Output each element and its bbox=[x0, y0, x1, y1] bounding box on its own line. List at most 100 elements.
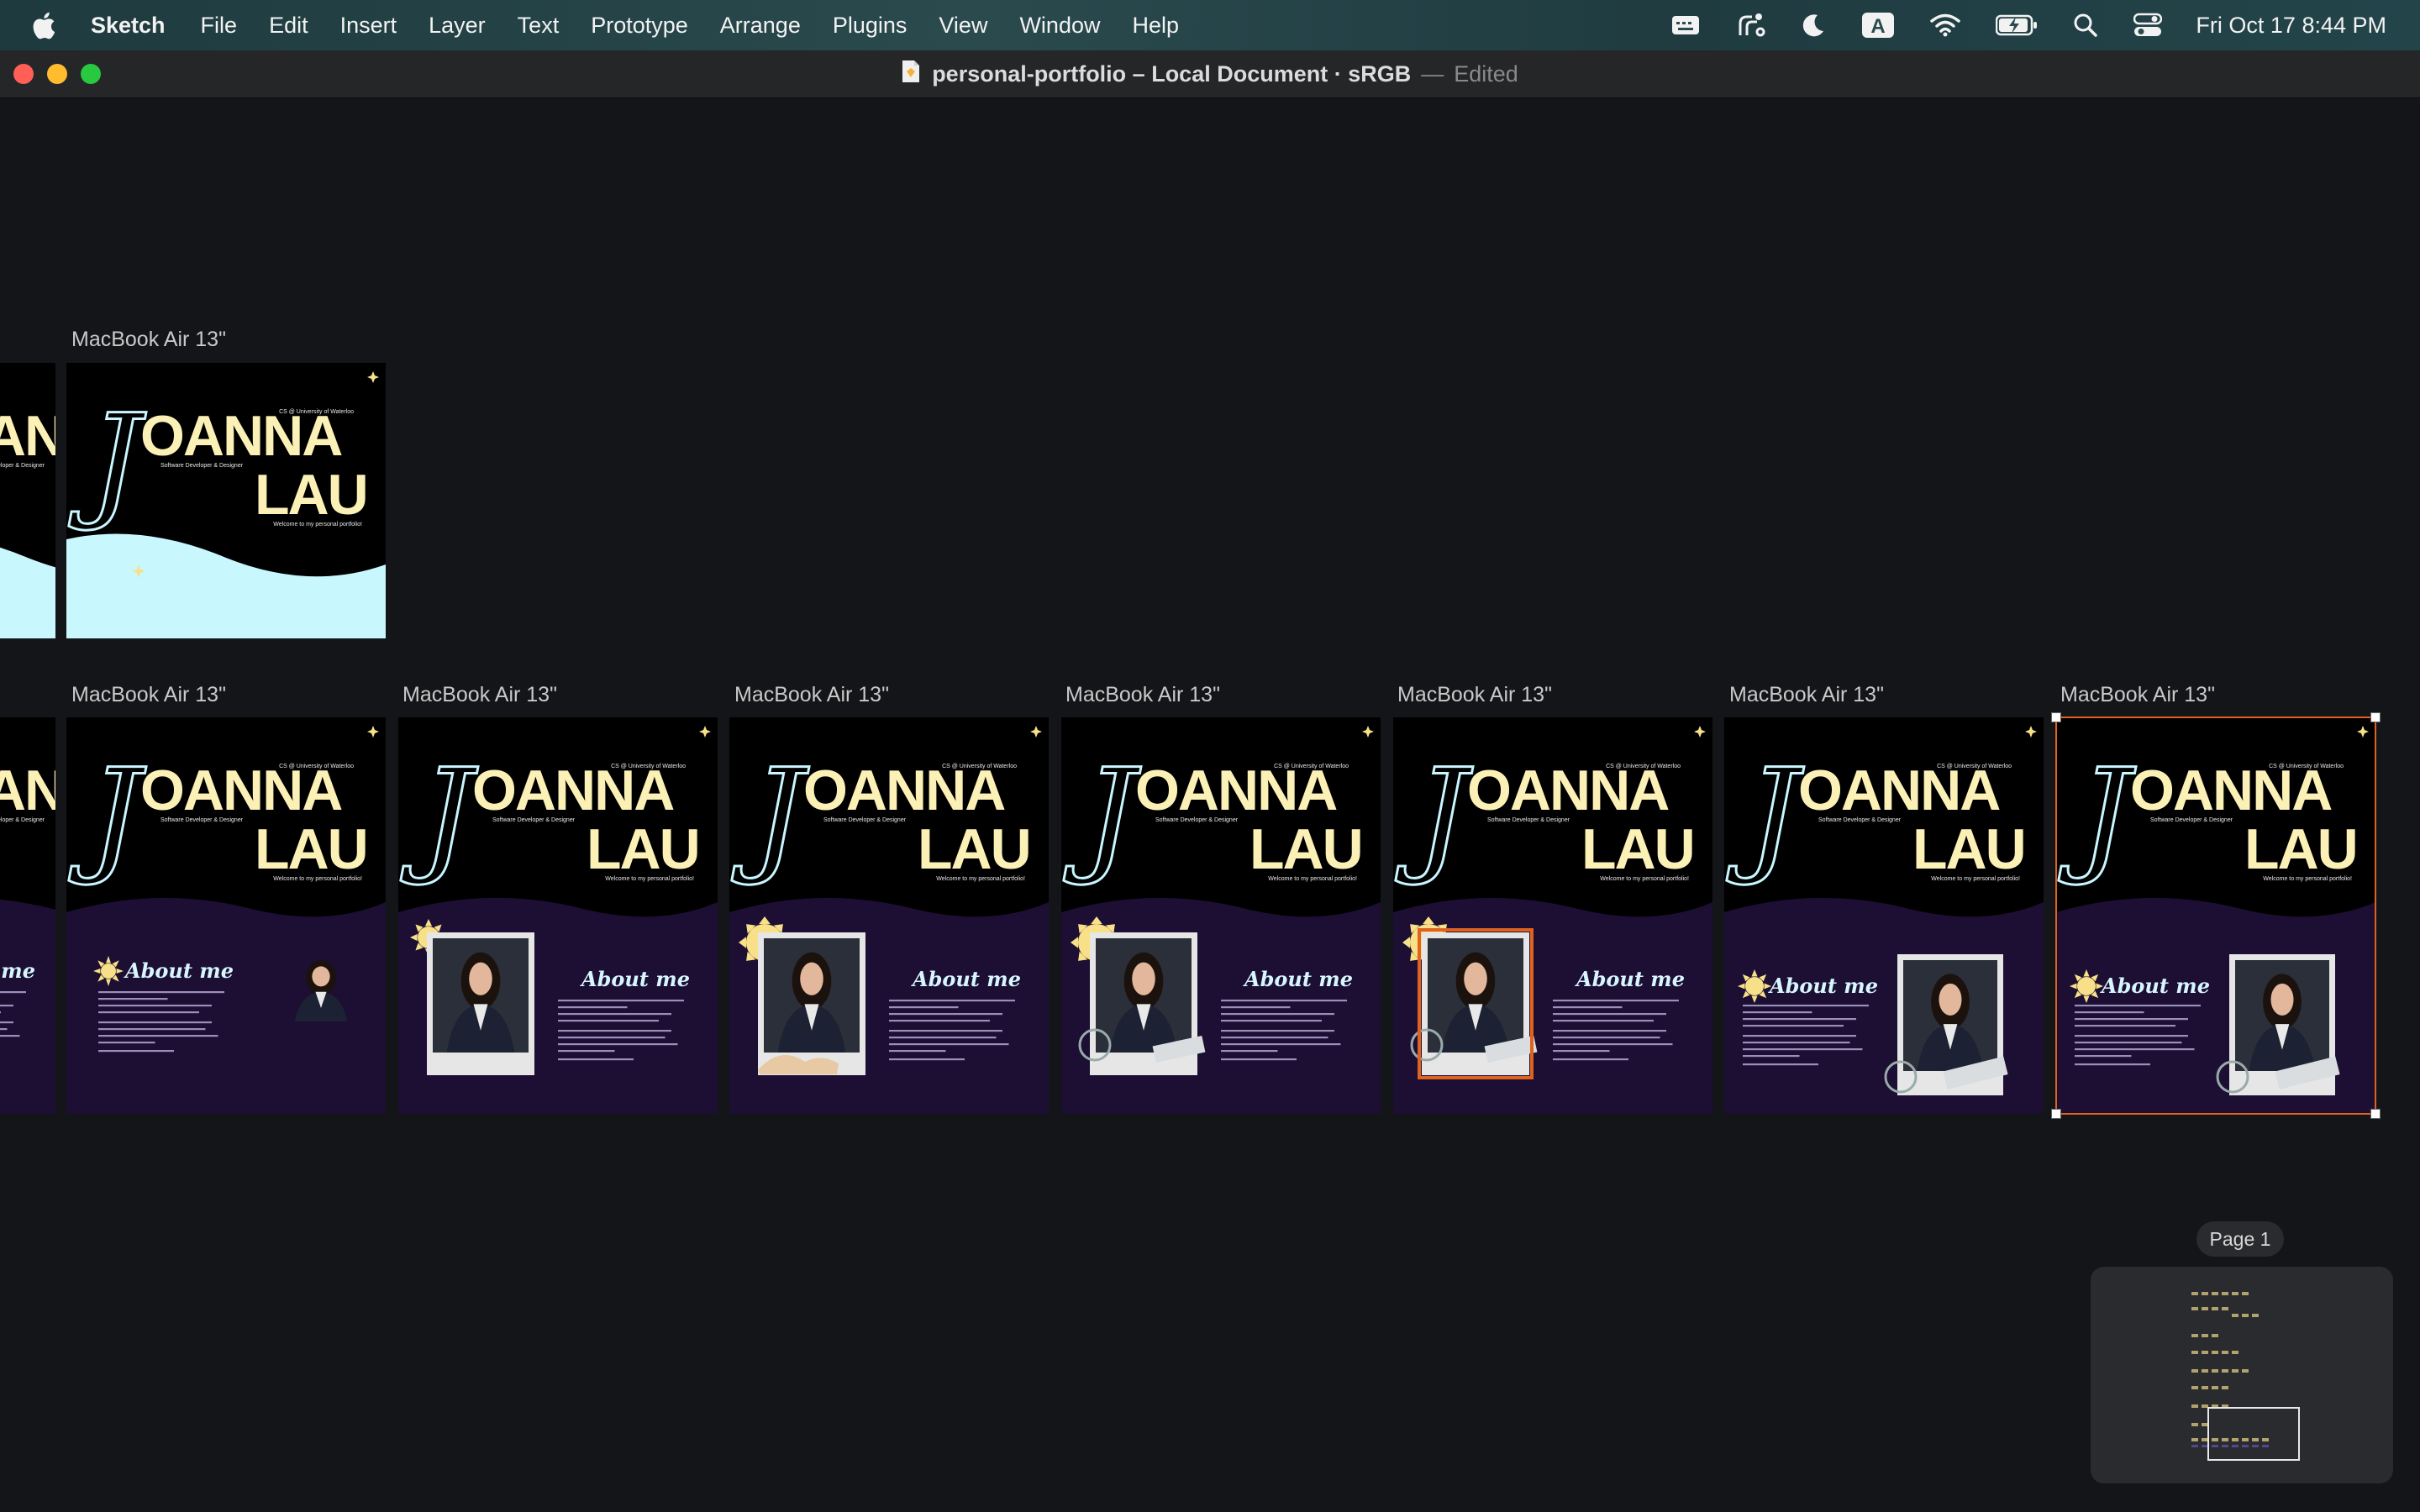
artboard-about-v4[interactable]: J OANNA LAU CS @ University of Waterloo Soft… bbox=[1061, 717, 1381, 1114]
body-text-line bbox=[558, 1043, 678, 1046]
role-line: Software Developer & Designer bbox=[1487, 817, 1570, 823]
menu-window[interactable]: Window bbox=[1019, 13, 1100, 39]
artboard-about-v6[interactable]: J OANNA LAU CS @ University of Waterloo Soft… bbox=[1724, 717, 2044, 1114]
body-text-line bbox=[1221, 1020, 1322, 1022]
spotlight-search-icon[interactable] bbox=[2073, 13, 2098, 38]
sun-icon bbox=[1738, 969, 1771, 1003]
cleanmymac-icon[interactable] bbox=[1735, 12, 1765, 39]
body-text-line bbox=[1221, 1013, 1334, 1016]
body-text-line bbox=[1553, 1030, 1666, 1032]
body-text-line bbox=[1743, 1042, 1850, 1044]
about-heading: About me bbox=[1768, 974, 1878, 998]
body-text-line bbox=[1743, 1035, 1856, 1037]
artboard-about-v1[interactable]: J OANNA LAU CS @ University of Waterloo Soft… bbox=[66, 717, 386, 1114]
body-text-line bbox=[98, 1042, 155, 1044]
role-line: Software Developer & Designer bbox=[2150, 817, 2233, 823]
artboard-label[interactable]: MacBook Air 13" bbox=[71, 683, 226, 707]
artboard-artwork: JOANNALAUCS @ University of WaterlooSoft… bbox=[2056, 717, 2375, 1114]
artboard-label[interactable]: MacBook Air 13" bbox=[1397, 683, 1552, 707]
artboard-label[interactable]: MacBook Air 13" bbox=[71, 328, 226, 352]
menu-extras-icon[interactable] bbox=[1671, 14, 1700, 36]
body-text-line bbox=[889, 1050, 946, 1053]
name-last: LAU bbox=[1581, 817, 1694, 881]
menu-insert[interactable]: Insert bbox=[340, 13, 397, 39]
menu-help[interactable]: Help bbox=[1132, 13, 1179, 39]
menu-edit[interactable]: Edit bbox=[269, 13, 308, 39]
window-title-bar: personal-portfolio – Local Document · sR… bbox=[0, 50, 2420, 98]
body-text-line bbox=[558, 1020, 659, 1022]
body-text-line bbox=[1221, 1006, 1291, 1009]
body-text-line bbox=[2075, 1011, 2144, 1014]
about-heading: About me bbox=[124, 958, 234, 983]
welcome-line: Welcome to my personal portfolio! bbox=[2263, 876, 2352, 882]
welcome-line: Welcome to my personal portfolio! bbox=[936, 876, 1025, 882]
menu-text[interactable]: Text bbox=[518, 13, 560, 39]
body-text-line bbox=[1221, 1030, 1334, 1032]
body-text-line bbox=[558, 1013, 671, 1016]
artboard-partial-top[interactable]: JOANNALAUCS @ University of WaterlooSoft… bbox=[0, 363, 55, 638]
artboard-artwork: JOANNALAUCS @ University of WaterlooSoft… bbox=[1061, 717, 1381, 1114]
battery-charging-icon[interactable] bbox=[1996, 14, 2038, 36]
menu-app-sketch[interactable]: Sketch bbox=[91, 13, 166, 39]
apple-menu-icon[interactable] bbox=[32, 11, 57, 39]
menu-layer[interactable]: Layer bbox=[429, 13, 486, 39]
menu-bar-clock[interactable]: Fri Oct 17 8:44 PM bbox=[2196, 13, 2386, 39]
page-selector[interactable]: Page 1 bbox=[2196, 1221, 2284, 1257]
title-separator: — bbox=[1421, 60, 1444, 87]
role-line: Software Developer & Designer bbox=[160, 817, 244, 823]
welcome-line: Welcome to my personal portfolio! bbox=[605, 876, 694, 882]
artboard-label[interactable]: MacBook Air 13" bbox=[1729, 683, 1884, 707]
minimap-overview bbox=[2191, 1292, 2300, 1461]
school-line: CS @ University of Waterloo bbox=[279, 764, 354, 769]
about-heading: About me bbox=[2100, 974, 2210, 998]
focus-moon-icon[interactable] bbox=[1801, 13, 1826, 38]
body-text-line bbox=[2075, 1035, 2188, 1037]
status-area: A Fri Oct 17 8:44 PM bbox=[1636, 0, 2386, 50]
artboard-partial-bottom[interactable]: JOANNALAUCS @ University of WaterlooSoft… bbox=[0, 717, 55, 1114]
menu-arrange[interactable]: Arrange bbox=[720, 13, 801, 39]
body-text-line bbox=[98, 1035, 218, 1037]
artboard-label[interactable]: MacBook Air 13" bbox=[402, 683, 557, 707]
body-text-line bbox=[0, 1028, 8, 1031]
control-center-icon[interactable] bbox=[2133, 13, 2163, 38]
body-text-line bbox=[889, 1006, 959, 1009]
body-text-line bbox=[98, 991, 224, 994]
artboard-label[interactable]: MacBook Air 13" bbox=[1065, 683, 1220, 707]
menu-bar: Sketch File Edit Insert Layer Text Proto… bbox=[0, 0, 2420, 50]
artboard-about-v2[interactable]: J OANNA LAU CS @ University of Waterloo Soft… bbox=[398, 717, 718, 1114]
name-first: OANNA bbox=[0, 759, 55, 822]
body-text-line bbox=[2075, 1048, 2195, 1051]
artboard-label[interactable]: MacBook Air 13" bbox=[734, 683, 889, 707]
input-source-icon[interactable]: A bbox=[1861, 12, 1895, 39]
menu-plugins[interactable]: Plugins bbox=[833, 13, 908, 39]
artboard-about-v3[interactable]: J OANNA LAU CS @ University of Waterloo Soft… bbox=[729, 717, 1049, 1114]
body-text-line bbox=[2075, 1042, 2182, 1044]
body-text-line bbox=[98, 1028, 206, 1031]
window-title: personal-portfolio – Local Document · sR… bbox=[0, 50, 2420, 97]
artboard-about-v7[interactable]: J OANNA LAU CS @ University of Waterloo Soft… bbox=[2056, 717, 2375, 1114]
sketch-canvas[interactable]: MacBook Air 13" JOANNALAUCS @ University… bbox=[0, 98, 2420, 1512]
welcome-line: Welcome to my personal portfolio! bbox=[1600, 876, 1689, 882]
menu-prototype[interactable]: Prototype bbox=[591, 13, 688, 39]
menu-view[interactable]: View bbox=[939, 13, 987, 39]
body-text-line bbox=[1221, 1043, 1341, 1046]
artboard-artwork: JOANNALAUCS @ University of WaterlooSoft… bbox=[0, 717, 55, 1114]
artboard-label[interactable]: MacBook Air 13" bbox=[2060, 683, 2215, 707]
body-text-line bbox=[2075, 1055, 2132, 1058]
menu-file[interactable]: File bbox=[201, 13, 238, 39]
wifi-icon[interactable] bbox=[1930, 13, 1961, 37]
body-text-line bbox=[889, 1020, 990, 1022]
body-text-line bbox=[1553, 1000, 1679, 1002]
name-last: LAU bbox=[2244, 817, 2357, 881]
body-text-line bbox=[1553, 1037, 1660, 1039]
artboard-top-hero[interactable]: J OANNA LAU CS @ University of Waterloo Soft… bbox=[66, 363, 386, 638]
minimap-viewport[interactable] bbox=[2207, 1407, 2300, 1461]
name-first: OANNA bbox=[0, 404, 55, 468]
school-line: CS @ University of Waterloo bbox=[1606, 764, 1681, 769]
welcome-line: Welcome to my personal portfolio! bbox=[273, 522, 362, 528]
canvas-minimap[interactable] bbox=[2091, 1267, 2393, 1483]
artboard-about-v5[interactable]: J OANNA LAU CS @ University of Waterloo Soft… bbox=[1393, 717, 1712, 1114]
body-text-line bbox=[558, 1058, 634, 1061]
body-text-line bbox=[2075, 1063, 2150, 1066]
artboard-artwork: JOANNALAUCS @ University of WaterlooSoft… bbox=[1393, 717, 1712, 1114]
